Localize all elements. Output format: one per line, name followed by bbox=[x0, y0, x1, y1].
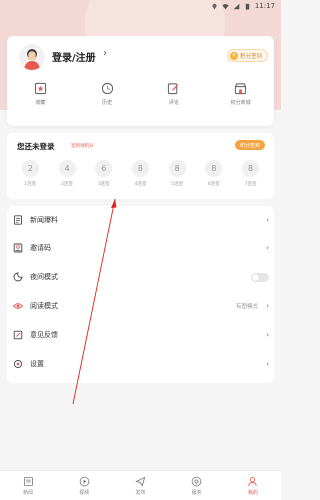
shop-icon bbox=[235, 83, 247, 95]
menu-item-invite-code[interactable]: 邀请码 › bbox=[7, 234, 274, 262]
tab-label: 视频 bbox=[79, 489, 90, 496]
day-label: 7连签 bbox=[244, 182, 257, 187]
news-icon bbox=[23, 476, 33, 486]
quick-link-history[interactable]: 历史 bbox=[82, 82, 132, 106]
tab-label: 新闻 bbox=[23, 489, 34, 496]
day-label: 4连签 bbox=[134, 182, 147, 187]
day-points: 6 bbox=[95, 160, 113, 177]
chevron-right-icon: › bbox=[103, 48, 107, 59]
tab-profile[interactable]: 我的 bbox=[233, 476, 273, 496]
location-icon bbox=[212, 3, 217, 10]
bottom-tab-bar: 新闻 视频 发布 服务 我的 bbox=[0, 470, 281, 500]
status-bar: 11:17 bbox=[0, 0, 281, 12]
day-points: 2 bbox=[21, 160, 39, 177]
profile-card: 登录/注册 › ¥ 积分签到 收藏 历史 评论 积分商城 bbox=[7, 36, 274, 126]
sign-in-day: 8 5连签 bbox=[164, 160, 190, 187]
menu-item-label: 阅读模式 bbox=[30, 302, 58, 310]
feedback-icon bbox=[13, 330, 23, 340]
eye-icon bbox=[13, 303, 23, 309]
clock-icon bbox=[101, 82, 113, 95]
tab-publish[interactable]: 发布 bbox=[120, 476, 160, 496]
toggle-knob bbox=[252, 273, 259, 281]
profile-icon bbox=[248, 476, 258, 486]
sign-in-card: 您还未登录 签到领积分 积分签到 2 1连签 4 2连签 6 3连签 8 4连签 8 5连… bbox=[7, 133, 274, 199]
points-sign-in-badge[interactable]: ¥ 积分签到 bbox=[226, 49, 268, 62]
tab-video[interactable]: 视频 bbox=[64, 476, 104, 496]
tab-service[interactable]: 服务 bbox=[177, 476, 217, 496]
menu-item-label: 意见反馈 bbox=[30, 331, 58, 339]
quick-link-label: 评论 bbox=[168, 100, 179, 106]
day-label: 2连签 bbox=[61, 182, 73, 187]
sign-in-day: 2 1连签 bbox=[17, 160, 43, 187]
tab-label: 我的 bbox=[247, 489, 258, 496]
quick-link-label: 收藏 bbox=[35, 100, 46, 106]
night-icon bbox=[13, 272, 23, 282]
menu-item-settings[interactable]: 设置 › bbox=[7, 350, 274, 378]
publish-icon bbox=[135, 476, 146, 487]
chevron-right-icon: › bbox=[266, 331, 269, 339]
tab-label: 服务 bbox=[191, 489, 202, 496]
day-points: 8 bbox=[131, 160, 149, 177]
day-points: 8 bbox=[242, 160, 260, 177]
settings-menu: 新闻爆料 › 邀请码 › 夜间模式 阅读模式 有图模式 › 意见反馈 › 设置 … bbox=[7, 206, 274, 383]
service-icon bbox=[191, 476, 202, 486]
sign-in-title: 您还未登录 bbox=[17, 142, 55, 151]
menu-item-label: 设置 bbox=[30, 360, 44, 368]
day-label: 1连签 bbox=[24, 182, 37, 187]
wifi-icon bbox=[222, 3, 229, 9]
menu-item-feedback[interactable]: 意见反馈 › bbox=[7, 321, 274, 349]
signal-icon bbox=[233, 3, 240, 9]
chevron-right-icon: › bbox=[266, 244, 269, 252]
chevron-right-icon: › bbox=[266, 302, 269, 310]
invite-icon bbox=[13, 243, 23, 253]
points-badge-label: 积分签到 bbox=[239, 53, 262, 60]
reading-mode-value: 有图模式 bbox=[235, 304, 258, 310]
chevron-right-icon: › bbox=[266, 360, 269, 368]
battery-icon bbox=[245, 3, 250, 10]
menu-item-label: 新闻爆料 bbox=[30, 216, 58, 224]
day-points: 4 bbox=[58, 160, 76, 177]
menu-item-night-mode: 夜间模式 bbox=[7, 263, 274, 291]
edit-icon bbox=[168, 83, 179, 95]
sign-in-hint: 签到领积分 bbox=[71, 144, 94, 149]
sign-in-day: 6 3连签 bbox=[91, 160, 117, 187]
avatar-user-icon bbox=[24, 49, 40, 70]
quick-link-label: 历史 bbox=[102, 100, 113, 106]
menu-item-label: 夜间模式 bbox=[30, 273, 58, 281]
sign-in-day: 8 6连签 bbox=[201, 160, 227, 187]
tab-news[interactable]: 新闻 bbox=[8, 476, 48, 496]
star-box-icon bbox=[34, 82, 46, 95]
sign-in-day: 8 7连签 bbox=[238, 160, 264, 187]
chevron-right-icon: › bbox=[266, 216, 269, 224]
tab-label: 发布 bbox=[135, 489, 146, 496]
sign-in-days: 2 1连签 4 2连签 6 3连签 8 4连签 8 5连签 8 6连签 8 7连签 bbox=[7, 160, 274, 187]
quick-link-comments[interactable]: 评论 bbox=[149, 82, 199, 106]
video-icon bbox=[79, 476, 90, 486]
day-points: 8 bbox=[168, 160, 186, 177]
sign-in-day: 8 4连签 bbox=[127, 160, 153, 187]
menu-item-news-tip[interactable]: 新闻爆料 › bbox=[7, 206, 274, 234]
quick-link-favorites[interactable]: 收藏 bbox=[15, 82, 65, 106]
day-label: 6连签 bbox=[207, 182, 220, 187]
document-icon bbox=[14, 215, 22, 225]
settings-icon bbox=[13, 359, 23, 369]
quick-link-points-mall[interactable]: 积分商城 bbox=[216, 82, 266, 106]
menu-item-reading-mode[interactable]: 阅读模式 有图模式 › bbox=[7, 292, 274, 320]
menu-item-label: 邀请码 bbox=[30, 244, 51, 252]
login-register-link[interactable]: 登录/注册 bbox=[52, 49, 96, 64]
avatar[interactable] bbox=[19, 44, 45, 70]
night-mode-toggle[interactable] bbox=[251, 272, 269, 282]
coin-icon: ¥ bbox=[229, 51, 238, 60]
day-label: 5连签 bbox=[171, 182, 184, 187]
sign-in-button[interactable]: 积分签到 bbox=[234, 140, 265, 150]
day-points: 8 bbox=[205, 160, 223, 177]
status-time: 11:17 bbox=[254, 2, 275, 10]
day-label: 3连签 bbox=[97, 182, 110, 187]
quick-link-label: 积分商城 bbox=[230, 100, 251, 106]
sign-in-day: 4 2连签 bbox=[54, 160, 80, 187]
quick-links: 收藏 历史 评论 积分商城 bbox=[7, 82, 274, 106]
